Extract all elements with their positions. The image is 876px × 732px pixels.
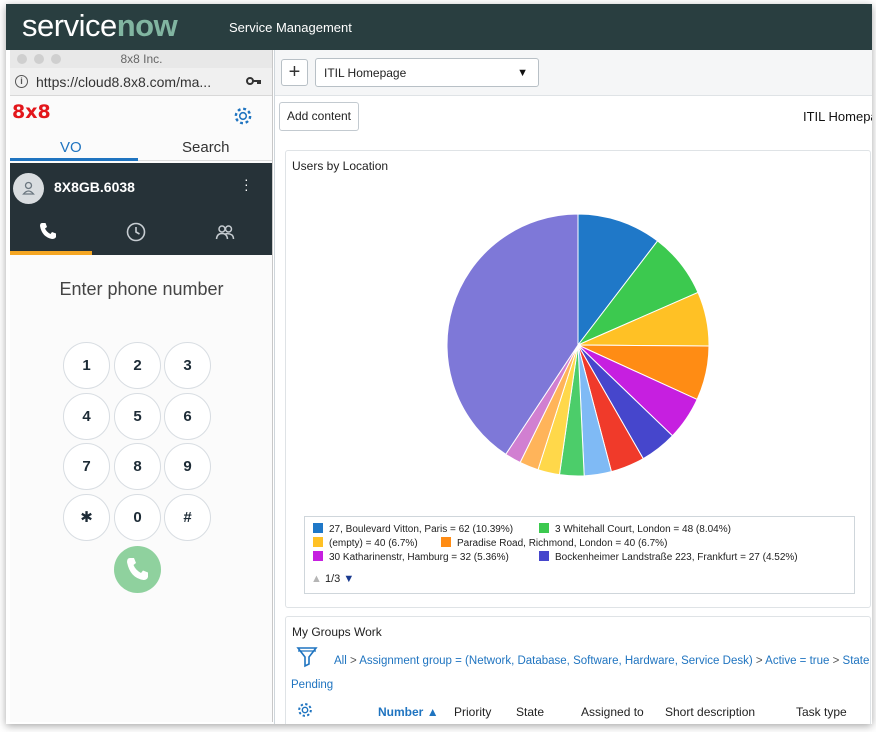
url-text: https://cloud8.8x8.com/ma... [36,74,212,90]
phone-icon [127,558,148,580]
breadcrumb-state[interactable]: State != [843,655,872,667]
active-tab-indicator [10,158,138,161]
column-short-description[interactable]: Short description [665,705,755,719]
phone-icon[interactable] [38,221,58,241]
servicenow-logo[interactable]: servicenow [22,8,178,44]
column-task-type[interactable]: Task type [796,705,847,719]
window-title: 8x8 Inc. [120,52,163,66]
user-icon [22,181,35,195]
tab-search[interactable]: Search [182,139,230,156]
add-content-button[interactable]: Add content [279,102,359,131]
active-nav-indicator [10,251,92,255]
my-groups-work-widget: My Groups Work All > Assignment group = … [285,616,872,724]
window-titlebar: 8x8 Inc. [10,50,272,68]
dashboard-select-value: ITIL Homepage [324,66,407,80]
dial-key-9[interactable]: 9 [164,443,211,490]
filter-breadcrumb: All > Assignment group = (Network, Datab… [334,655,872,667]
dial-key-6[interactable]: 6 [164,393,211,440]
legend-item[interactable]: 27, Boulevard Vitton, Paris = 62 (10.39%… [313,523,513,535]
account-bar: 8X8GB.6038 · · · [10,163,272,255]
dial-key-2[interactable]: 2 [114,342,161,389]
page-down-icon[interactable]: ▼ [343,573,354,585]
legend-overflow-row [313,567,847,571]
brand-logo: 8x8 [12,101,51,123]
legend-item[interactable]: Paradise Road, Richmond, London = 40 (6.… [441,537,667,549]
add-dashboard-button[interactable]: + [281,59,308,86]
url-bar[interactable]: i https://cloud8.8x8.com/ma... [10,68,272,96]
column-state[interactable]: State [516,705,544,719]
settings-gear-icon[interactable] [232,105,254,127]
legend-item[interactable]: 3 Whitehall Court, London = 48 (8.04%) [539,523,731,535]
dial-key-5[interactable]: 5 [114,393,161,440]
tab-vo[interactable]: VO [60,139,82,156]
column-number[interactable]: Number ▲ [378,705,439,719]
account-name: 8X8GB.6038 [54,179,135,195]
dial-key-0[interactable]: 0 [114,494,161,541]
widget-title: My Groups Work [292,625,382,639]
legend-swatch [539,551,549,561]
dashboard-select[interactable]: ITIL Homepage ▼ [315,58,539,87]
breadcrumb-assignment-group[interactable]: Assignment group = (Network, Database, S… [359,655,752,667]
sort-ascending-icon: ▲ [426,705,439,719]
users-by-location-widget: Users by Location 27, Boulevard Vitton, … [285,150,871,608]
column-priority[interactable]: Priority [454,705,491,719]
dial-key-8[interactable]: 8 [114,443,161,490]
servicenow-header: servicenow Service Management [6,4,872,50]
dial-key-4[interactable]: 4 [63,393,110,440]
softphone-window: 8x8 Inc. i https://cloud8.8x8.com/ma... … [10,50,273,722]
chevron-down-icon: ▼ [517,67,528,79]
dashboard-title: ITIL Homepage [803,109,872,124]
pie-chart[interactable] [446,211,710,479]
legend-swatch [441,537,451,547]
legend-item[interactable]: Bockenheimer Landstraße 223, Frankfurt =… [539,551,798,563]
breadcrumb-active[interactable]: Active = true [765,655,829,667]
phone-number-input[interactable]: Enter phone number [10,279,272,300]
clock-icon[interactable] [125,221,147,243]
legend-swatch [313,537,323,547]
legend-swatch [313,523,323,533]
info-icon[interactable]: i [15,75,28,88]
widget-title: Users by Location [292,159,389,173]
legend-item[interactable]: (empty) = 40 (6.7%) [313,537,418,549]
breadcrumb-all[interactable]: All [334,655,347,667]
dashboard-toolbar: + ITIL Homepage ▼ [275,50,872,96]
filter-icon[interactable] [296,645,318,669]
legend-item[interactable]: 30 Katharinenstr, Hamburg = 32 (5.36%) [313,551,509,563]
chart-legend: 27, Boulevard Vitton, Paris = 62 (10.39%… [304,516,855,594]
breadcrumb-state-value[interactable]: Pending [291,679,333,691]
contacts-icon[interactable] [214,221,236,243]
product-subtitle: Service Management [229,20,352,35]
dial-key-1[interactable]: 1 [63,342,110,389]
gear-icon[interactable] [296,701,314,719]
avatar[interactable] [13,173,44,204]
dial-key-hash[interactable]: # [164,494,211,541]
dial-key-7[interactable]: 7 [63,443,110,490]
dial-key-star[interactable]: ✱ [63,494,110,541]
column-assigned-to[interactable]: Assigned to [581,705,644,719]
dashboard-area: + ITIL Homepage ▼ Add content ITIL Homep… [274,50,872,724]
dial-key-3[interactable]: 3 [164,342,211,389]
key-icon[interactable] [246,76,262,86]
call-button[interactable] [114,546,161,593]
pager-label: 1/3 [324,573,341,585]
more-options-icon[interactable]: · · · [244,172,249,196]
legend-pager: ▲ 1/3 ▼ [311,573,354,585]
legend-swatch [539,523,549,533]
legend-swatch [313,551,323,561]
page-up-icon[interactable]: ▲ [311,573,322,585]
